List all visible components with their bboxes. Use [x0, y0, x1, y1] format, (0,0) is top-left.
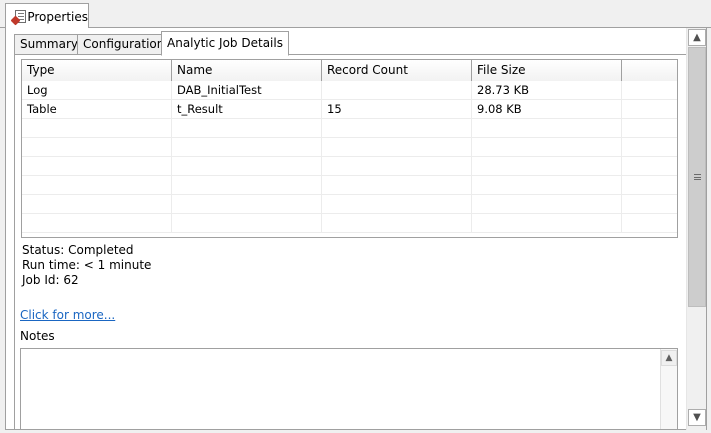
column-header-type[interactable]: Type: [22, 60, 172, 81]
scrollbar-thumb[interactable]: [688, 47, 706, 307]
view-tab-bar: Properties: [0, 0, 711, 29]
notes-label: Notes: [20, 329, 55, 343]
output-table: Type Name Record Count File Size Log DAB…: [21, 59, 678, 238]
click-for-more-link[interactable]: Click for more...: [20, 308, 115, 322]
table-row-empty: [22, 138, 677, 157]
tab-configuration[interactable]: Configuration: [77, 34, 171, 55]
column-header-name[interactable]: Name: [172, 60, 322, 81]
table-row[interactable]: Log DAB_InitialTest 28.73 KB: [22, 81, 677, 100]
properties-tabs: Summary Configuration Analytic Job Detai…: [14, 31, 684, 56]
column-header-record-count[interactable]: Record Count: [322, 60, 472, 81]
scrollbar-grip-icon: [693, 174, 701, 180]
cell-name: DAB_InitialTest: [172, 81, 322, 100]
column-header-file-size[interactable]: File Size: [472, 60, 622, 81]
table-row-empty: [22, 214, 677, 233]
cell-record-count: 15: [322, 100, 472, 119]
notes-textarea[interactable]: ▲: [20, 348, 678, 430]
tab-analytic-job-details[interactable]: Analytic Job Details: [161, 31, 289, 56]
properties-view: Properties Summary Configuration Analyti…: [0, 0, 711, 433]
table-row-empty: [22, 195, 677, 214]
table-row-empty: [22, 176, 677, 195]
table-row-empty: [22, 119, 677, 138]
properties-icon: [10, 9, 26, 25]
properties-view-tab[interactable]: Properties: [5, 3, 89, 29]
table-header: Type Name Record Count File Size: [22, 60, 677, 81]
cell-record-count: [322, 81, 472, 100]
table-row-empty: [22, 157, 677, 176]
tab-summary[interactable]: Summary: [14, 34, 84, 55]
scroll-down-icon[interactable]: ▼: [688, 409, 706, 426]
cell-name: t_Result: [172, 100, 322, 119]
status-text: Status: Completed: [22, 243, 134, 257]
cell-type: Table: [22, 100, 172, 119]
cell-type: Log: [22, 81, 172, 100]
cell-file-size: 9.08 KB: [472, 100, 622, 119]
properties-panel: Summary Configuration Analytic Job Detai…: [5, 28, 707, 430]
view-tab-label: Properties: [27, 9, 88, 24]
runtime-text: Run time: < 1 minute: [22, 258, 152, 272]
vertical-scrollbar[interactable]: ▲ ▼: [686, 28, 706, 430]
job-id-text: Job Id: 62: [22, 273, 79, 287]
table-row[interactable]: Table t_Result 15 9.08 KB: [22, 100, 677, 119]
notes-scroll-up-icon[interactable]: ▲: [661, 350, 677, 366]
notes-scrollbar[interactable]: ▲: [660, 349, 677, 429]
scroll-up-icon[interactable]: ▲: [688, 29, 706, 46]
column-header-filler: [622, 60, 677, 81]
cell-file-size: 28.73 KB: [472, 81, 622, 100]
